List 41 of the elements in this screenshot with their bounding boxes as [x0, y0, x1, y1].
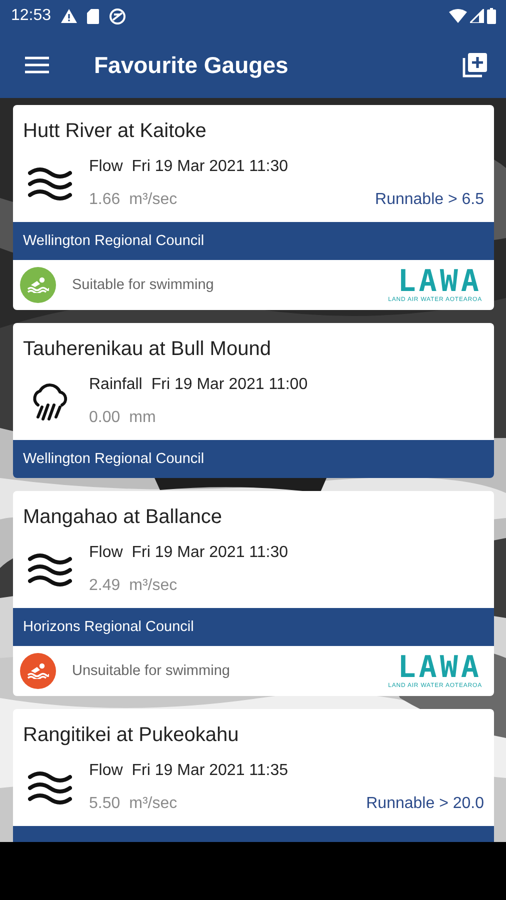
gauge-name[interactable]: Hutt River at Kaitoke	[23, 117, 206, 145]
council-name: Wellington Regional Council	[23, 451, 204, 467]
reading-unit: m³/sec	[129, 191, 178, 209]
reading-unit: m³/sec	[129, 577, 178, 595]
waves-icon	[28, 770, 72, 806]
wifi-icon	[449, 9, 467, 23]
clock-time: 12:53	[11, 7, 52, 25]
measure-label: Flow	[89, 544, 123, 562]
council-name: Horizons Regional Council	[23, 619, 194, 635]
measure-label: Flow	[89, 762, 123, 780]
waves-icon	[28, 166, 72, 202]
reading-time: Fri 19 Mar 2021 11:30	[132, 158, 288, 176]
data-saver-icon	[109, 8, 126, 24]
swimming-status: Suitable for swimming	[72, 277, 215, 293]
warning-icon	[61, 9, 78, 23]
logo-wordmark: LAWA	[398, 653, 482, 683]
runnable-threshold: Runnable > 6.5	[375, 191, 484, 209]
reading-time: Fri 19 Mar 2021 11:35	[132, 762, 288, 780]
reading-value: 5.50	[89, 795, 120, 813]
reading-value: 1.66	[89, 191, 120, 209]
add-gauge-button[interactable]	[460, 50, 490, 80]
measure-label: Flow	[89, 158, 123, 176]
waves-icon	[28, 552, 72, 588]
gauge-name[interactable]: Tauherenikau at Bull Mound	[23, 335, 271, 363]
reading-time: Fri 19 Mar 2021 11:00	[151, 376, 308, 394]
measure-label: Rainfall	[89, 376, 142, 394]
signal-icon	[470, 9, 484, 23]
reading-unit: m³/sec	[129, 795, 178, 813]
logo-wordmark: LAWA	[398, 267, 482, 297]
sd-card-icon	[87, 8, 100, 24]
gauge-name[interactable]: Rangitikei at Pukeokahu	[23, 721, 239, 749]
screen-title: Favourite Gauges	[94, 52, 290, 78]
reading-value: 2.49	[89, 577, 120, 595]
swimming-status: Unsuitable for swimming	[72, 663, 231, 679]
council-name: Wellington Regional Council	[23, 233, 204, 249]
reading-time: Fri 19 Mar 2021 11:30	[132, 544, 288, 562]
reading-unit: mm	[129, 409, 156, 427]
reading-value: 0.00	[89, 409, 120, 427]
battery-icon	[487, 8, 496, 24]
gauge-name[interactable]: Mangahao at Ballance	[23, 503, 222, 531]
runnable-threshold: Runnable > 20.0	[366, 795, 484, 813]
